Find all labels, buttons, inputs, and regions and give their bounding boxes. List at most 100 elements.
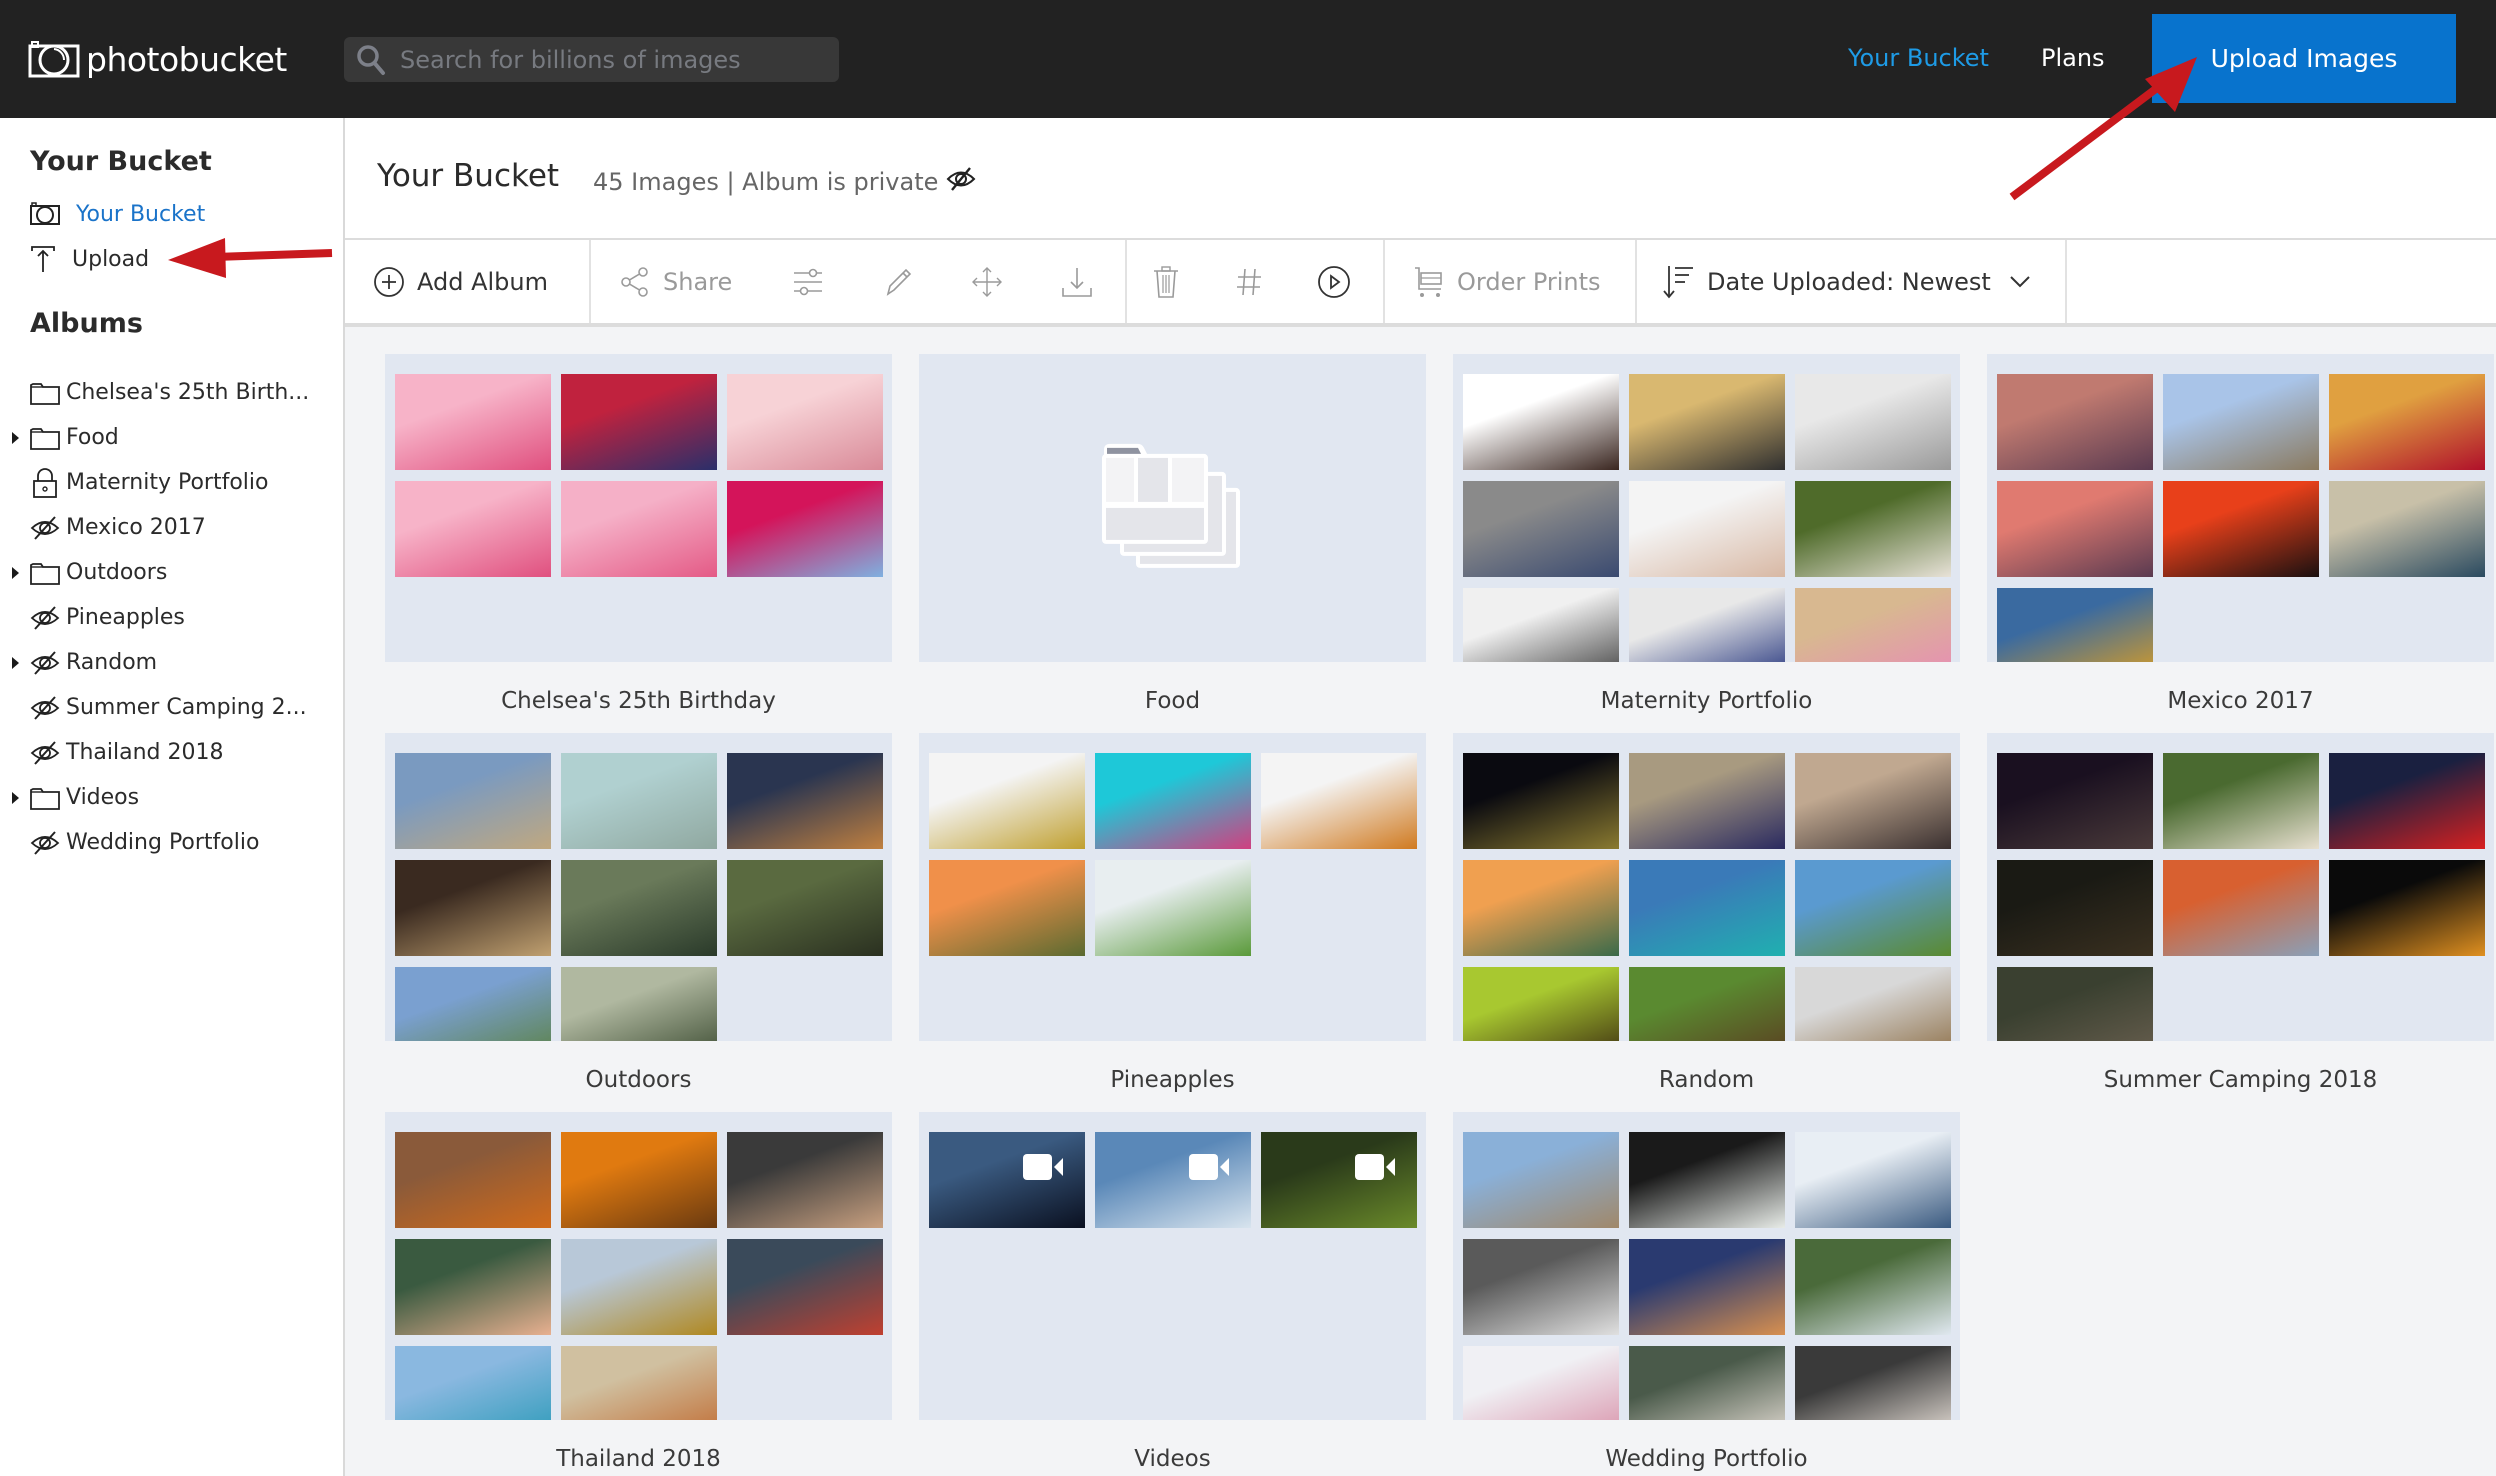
photo-thumbnail[interactable] [2163, 481, 2319, 577]
sidebar-album-item[interactable]: Maternity Portfolio [0, 460, 343, 505]
order-prints-button[interactable]: Order Prints [1413, 240, 1601, 323]
photo-thumbnail[interactable] [1795, 588, 1951, 662]
album-cover[interactable] [385, 733, 892, 1041]
move-button[interactable] [971, 240, 1003, 323]
photo-thumbnail[interactable] [1795, 1132, 1951, 1228]
sidebar-album-item[interactable]: Random [0, 640, 343, 685]
photo-thumbnail[interactable] [929, 753, 1085, 849]
album-card[interactable]: Videos [919, 1112, 1426, 1472]
photo-thumbnail[interactable] [1629, 481, 1785, 577]
photo-thumbnail[interactable] [1629, 1346, 1785, 1420]
album-cover[interactable] [1987, 354, 2494, 662]
sidebar-link-your-bucket[interactable]: Your Bucket [30, 198, 205, 230]
photo-thumbnail[interactable] [1997, 481, 2153, 577]
photo-thumbnail[interactable] [1463, 374, 1619, 470]
album-cover[interactable] [919, 354, 1426, 662]
photo-thumbnail[interactable] [1463, 860, 1619, 956]
search-box[interactable] [344, 37, 839, 82]
album-card[interactable]: Mexico 2017 [1987, 354, 2494, 714]
photo-thumbnail[interactable] [1795, 860, 1951, 956]
photo-thumbnail[interactable] [561, 1346, 717, 1420]
photo-thumbnail[interactable] [1997, 967, 2153, 1041]
photo-thumbnail[interactable] [395, 1132, 551, 1228]
photo-thumbnail[interactable] [929, 860, 1085, 956]
expand-caret-icon[interactable] [12, 791, 19, 804]
photo-thumbnail[interactable] [1629, 860, 1785, 956]
photo-thumbnail[interactable] [1095, 753, 1251, 849]
album-cover[interactable] [1987, 733, 2494, 1041]
download-button[interactable] [1061, 240, 1093, 323]
photo-thumbnail[interactable] [1997, 374, 2153, 470]
photo-thumbnail[interactable] [395, 481, 551, 577]
sidebar-album-item[interactable]: Videos [0, 775, 343, 820]
sidebar-album-item[interactable]: Pineapples [0, 595, 343, 640]
album-card[interactable]: Wedding Portfolio [1453, 1112, 1960, 1472]
photo-thumbnail[interactable] [1463, 1239, 1619, 1335]
photo-thumbnail[interactable] [2163, 374, 2319, 470]
album-title[interactable]: Mexico 2017 [1987, 688, 2494, 714]
photo-thumbnail[interactable] [1629, 374, 1785, 470]
sidebar-album-item[interactable]: Summer Camping 2... [0, 685, 343, 730]
album-cover[interactable] [1453, 354, 1960, 662]
album-title[interactable]: Summer Camping 2018 [1987, 1067, 2494, 1093]
photo-thumbnail[interactable] [1795, 1239, 1951, 1335]
album-title[interactable]: Wedding Portfolio [1453, 1446, 1960, 1472]
photo-thumbnail[interactable] [1795, 374, 1951, 470]
photo-thumbnail[interactable] [561, 753, 717, 849]
album-cover[interactable] [1453, 733, 1960, 1041]
photobucket-logo[interactable]: photobucket [28, 38, 287, 80]
photo-thumbnail[interactable] [395, 967, 551, 1041]
album-cover[interactable] [385, 1112, 892, 1420]
expand-caret-icon[interactable] [12, 431, 19, 444]
album-title[interactable]: Pineapples [919, 1067, 1426, 1093]
photo-thumbnail[interactable] [2163, 753, 2319, 849]
photo-thumbnail[interactable] [561, 860, 717, 956]
album-title[interactable]: Food [919, 688, 1426, 714]
photo-thumbnail[interactable] [395, 860, 551, 956]
photo-thumbnail[interactable] [1997, 753, 2153, 849]
album-card[interactable]: Chelsea's 25th Birthday [385, 354, 892, 714]
photo-thumbnail[interactable] [1261, 753, 1417, 849]
photo-thumbnail[interactable] [727, 860, 883, 956]
add-album-button[interactable]: Add Album [373, 240, 548, 323]
photo-thumbnail[interactable] [1997, 588, 2153, 662]
photo-thumbnail[interactable] [1463, 1132, 1619, 1228]
album-card[interactable]: Thailand 2018 [385, 1112, 892, 1472]
album-card[interactable]: Summer Camping 2018 [1987, 733, 2494, 1093]
sidebar-album-item[interactable]: Thailand 2018 [0, 730, 343, 775]
photo-thumbnail[interactable] [1463, 1346, 1619, 1420]
video-thumbnail[interactable] [1095, 1132, 1251, 1228]
photo-thumbnail[interactable] [561, 374, 717, 470]
photo-thumbnail[interactable] [1463, 588, 1619, 662]
photo-thumbnail[interactable] [395, 1346, 551, 1420]
photo-thumbnail[interactable] [727, 374, 883, 470]
album-title[interactable]: Chelsea's 25th Birthday [385, 688, 892, 714]
photo-thumbnail[interactable] [395, 1239, 551, 1335]
photo-thumbnail[interactable] [2329, 481, 2485, 577]
photo-thumbnail[interactable] [2329, 860, 2485, 956]
slideshow-button[interactable] [1317, 240, 1351, 323]
photo-thumbnail[interactable] [395, 374, 551, 470]
expand-caret-icon[interactable] [12, 566, 19, 579]
photo-thumbnail[interactable] [1795, 481, 1951, 577]
album-title[interactable]: Videos [919, 1446, 1426, 1472]
album-card[interactable]: Random [1453, 733, 1960, 1093]
album-cover[interactable] [1453, 1112, 1960, 1420]
upload-images-button[interactable]: Upload Images [2152, 14, 2456, 103]
photo-thumbnail[interactable] [1795, 753, 1951, 849]
photo-thumbnail[interactable] [727, 481, 883, 577]
delete-button[interactable] [1151, 240, 1181, 323]
photo-thumbnail[interactable] [1795, 1346, 1951, 1420]
photo-thumbnail[interactable] [1629, 753, 1785, 849]
expand-caret-icon[interactable] [12, 656, 19, 669]
album-card[interactable]: Food [919, 354, 1426, 714]
photo-thumbnail[interactable] [1629, 588, 1785, 662]
album-cover[interactable] [919, 733, 1426, 1041]
photo-thumbnail[interactable] [1997, 860, 2153, 956]
photo-thumbnail[interactable] [1463, 967, 1619, 1041]
photo-thumbnail[interactable] [561, 967, 717, 1041]
photo-thumbnail[interactable] [561, 1239, 717, 1335]
album-card[interactable]: Pineapples [919, 733, 1426, 1093]
album-title[interactable]: Thailand 2018 [385, 1446, 892, 1472]
sidebar-album-item[interactable]: Outdoors [0, 550, 343, 595]
